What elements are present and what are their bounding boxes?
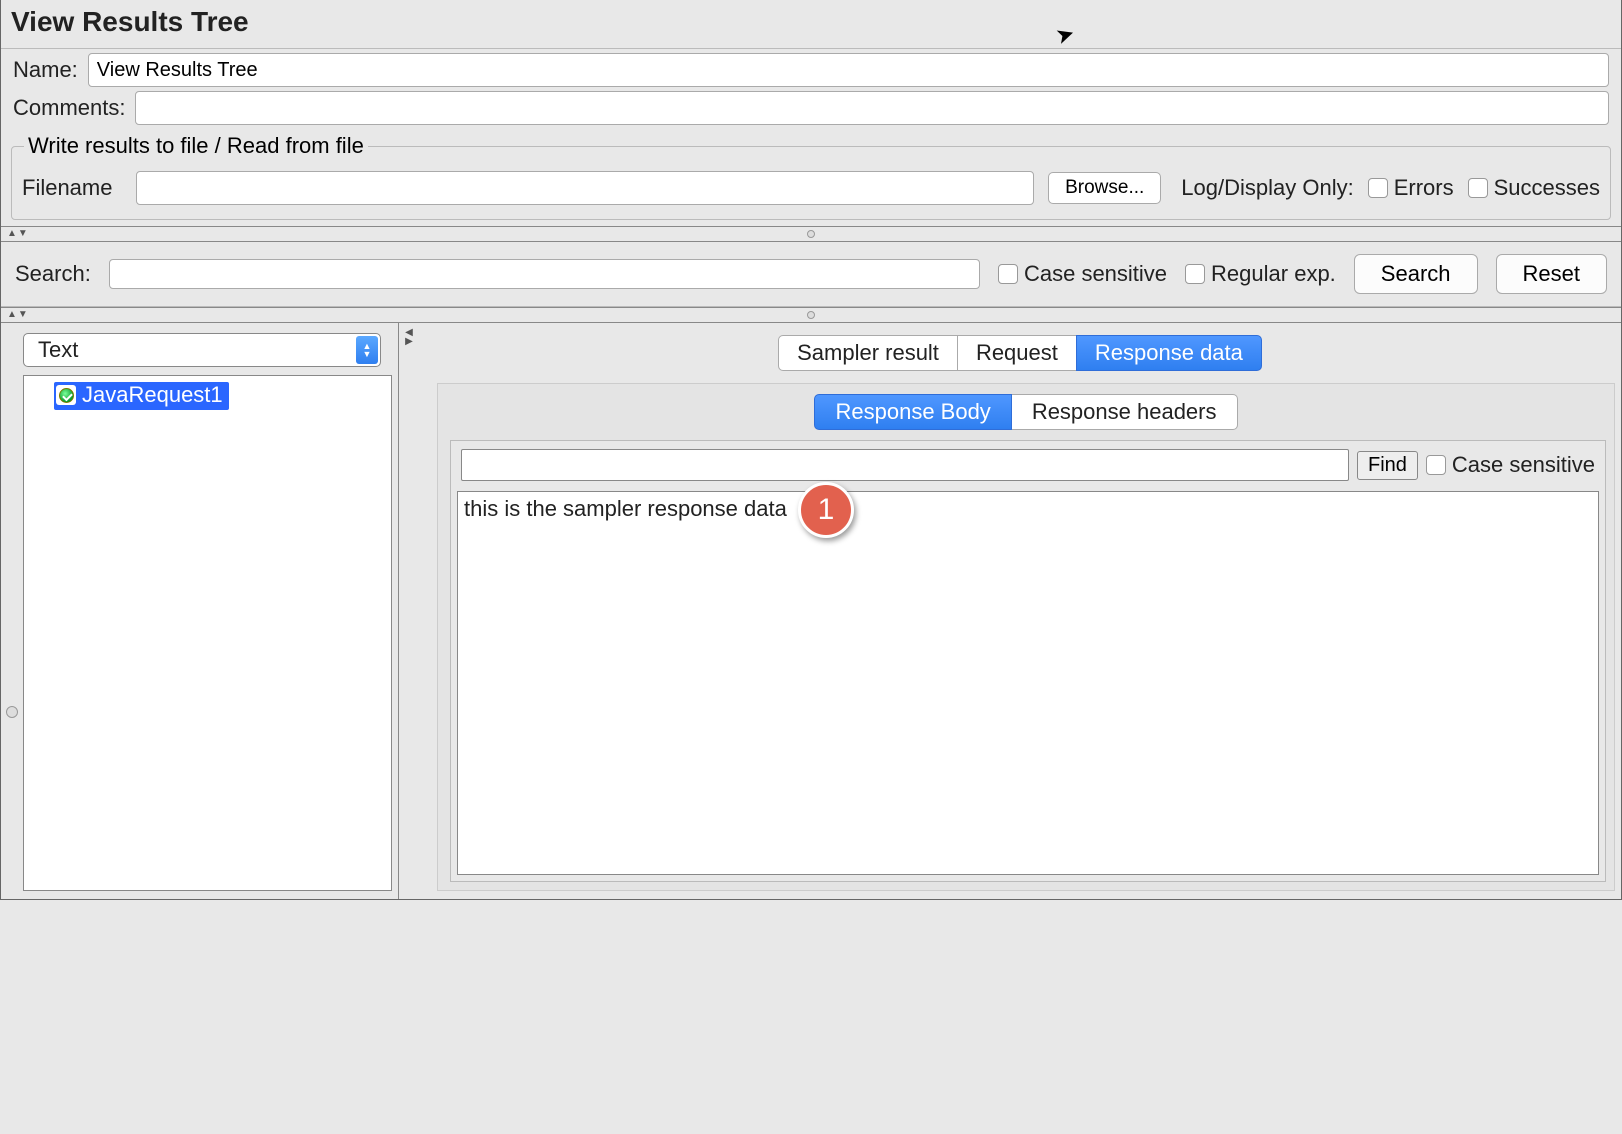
name-label: Name: <box>13 57 78 83</box>
find-case-checkbox[interactable] <box>1426 455 1446 475</box>
result-tabs: Sampler result Request Response data <box>419 331 1621 383</box>
find-case-wrap[interactable]: Case sensitive <box>1426 452 1595 478</box>
tree-node-javarequest1[interactable]: JavaRequest1 <box>54 382 229 410</box>
tab-request[interactable]: Request <box>958 335 1076 371</box>
reset-button[interactable]: Reset <box>1496 254 1607 294</box>
right-panel: Sampler result Request Response data Res… <box>419 323 1621 899</box>
find-row: Find Case sensitive <box>451 441 1605 489</box>
file-group: Write results to file / Read from file F… <box>11 133 1611 220</box>
arrow-up-icon: ▲ <box>7 310 17 320</box>
subtab-response-body[interactable]: Response Body <box>814 394 1011 430</box>
comments-label: Comments: <box>13 95 125 121</box>
browse-button[interactable]: Browse... <box>1048 172 1161 204</box>
errors-label: Errors <box>1394 175 1454 201</box>
search-input[interactable] <box>109 259 980 289</box>
errors-checkbox[interactable] <box>1368 178 1388 198</box>
annotation-badge-1: 1 <box>798 482 854 538</box>
renderer-select-label: Text <box>38 337 78 363</box>
search-regex-checkbox[interactable] <box>1185 264 1205 284</box>
search-button[interactable]: Search <box>1354 254 1478 294</box>
horizontal-splitter-1[interactable]: ▲▼ <box>1 226 1621 242</box>
splitter-grip-icon <box>807 311 815 319</box>
name-row: Name: <box>1 49 1621 91</box>
file-group-legend: Write results to file / Read from file <box>24 133 368 159</box>
errors-checkbox-wrap[interactable]: Errors <box>1368 175 1454 201</box>
arrow-down-icon: ▼ <box>18 310 28 320</box>
response-sub-area: Response Body Response headers Find Case… <box>437 383 1615 891</box>
pass-status-icon <box>56 385 76 405</box>
name-input[interactable] <box>88 53 1609 87</box>
scroll-thumb-icon[interactable] <box>6 706 18 718</box>
filename-label: Filename <box>22 175 122 201</box>
tree-node-label: JavaRequest1 <box>82 382 223 408</box>
response-subtabs: Response Body Response headers <box>442 392 1610 440</box>
filename-input[interactable] <box>136 171 1034 205</box>
subtab-response-headers[interactable]: Response headers <box>1012 394 1238 430</box>
search-regex-wrap[interactable]: Regular exp. <box>1185 261 1336 287</box>
results-tree[interactable]: JavaRequest1 <box>23 375 392 891</box>
vertical-splitter[interactable]: ◀ ▶ <box>399 323 419 899</box>
renderer-select[interactable]: Text ▲▼ <box>23 333 381 367</box>
successes-checkbox-wrap[interactable]: Successes <box>1468 175 1600 201</box>
arrow-right-icon: ▶ <box>405 338 413 346</box>
left-panel: Text ▲▼ JavaRequest1 <box>1 323 399 899</box>
arrow-down-icon: ▼ <box>18 229 28 239</box>
find-input[interactable] <box>461 449 1349 481</box>
find-button[interactable]: Find <box>1357 451 1418 480</box>
comments-input[interactable] <box>135 91 1609 125</box>
arrow-up-icon: ▲ <box>7 229 17 239</box>
successes-checkbox[interactable] <box>1468 178 1488 198</box>
search-label: Search: <box>15 261 91 287</box>
select-updown-icon: ▲▼ <box>356 336 378 364</box>
response-text[interactable]: this is the sampler response data 1 <box>457 491 1599 875</box>
view-results-tree-panel: ➤ View Results Tree Name: Comments: Writ… <box>0 0 1622 900</box>
search-case-wrap[interactable]: Case sensitive <box>998 261 1167 287</box>
tab-response-data[interactable]: Response data <box>1076 335 1262 371</box>
splitter-grip-icon <box>807 230 815 238</box>
successes-label: Successes <box>1494 175 1600 201</box>
tab-sampler-result[interactable]: Sampler result <box>778 335 958 371</box>
annotation-text: 1 <box>818 493 835 527</box>
response-body-box: Find Case sensitive this is the sampler … <box>450 440 1606 882</box>
find-case-label: Case sensitive <box>1452 452 1595 478</box>
search-case-label: Case sensitive <box>1024 261 1167 287</box>
logdisplay-label: Log/Display Only: <box>1181 175 1353 201</box>
main-split: Text ▲▼ JavaRequest1 ◀ ▶ Sampler result … <box>1 323 1621 899</box>
search-bar: Search: Case sensitive Regular exp. Sear… <box>1 242 1621 307</box>
page-title: View Results Tree <box>1 0 1621 49</box>
horizontal-splitter-2[interactable]: ▲▼ <box>1 307 1621 323</box>
response-content: this is the sampler response data <box>464 496 787 521</box>
search-regex-label: Regular exp. <box>1211 261 1336 287</box>
comments-row: Comments: <box>1 91 1621 129</box>
search-case-checkbox[interactable] <box>998 264 1018 284</box>
